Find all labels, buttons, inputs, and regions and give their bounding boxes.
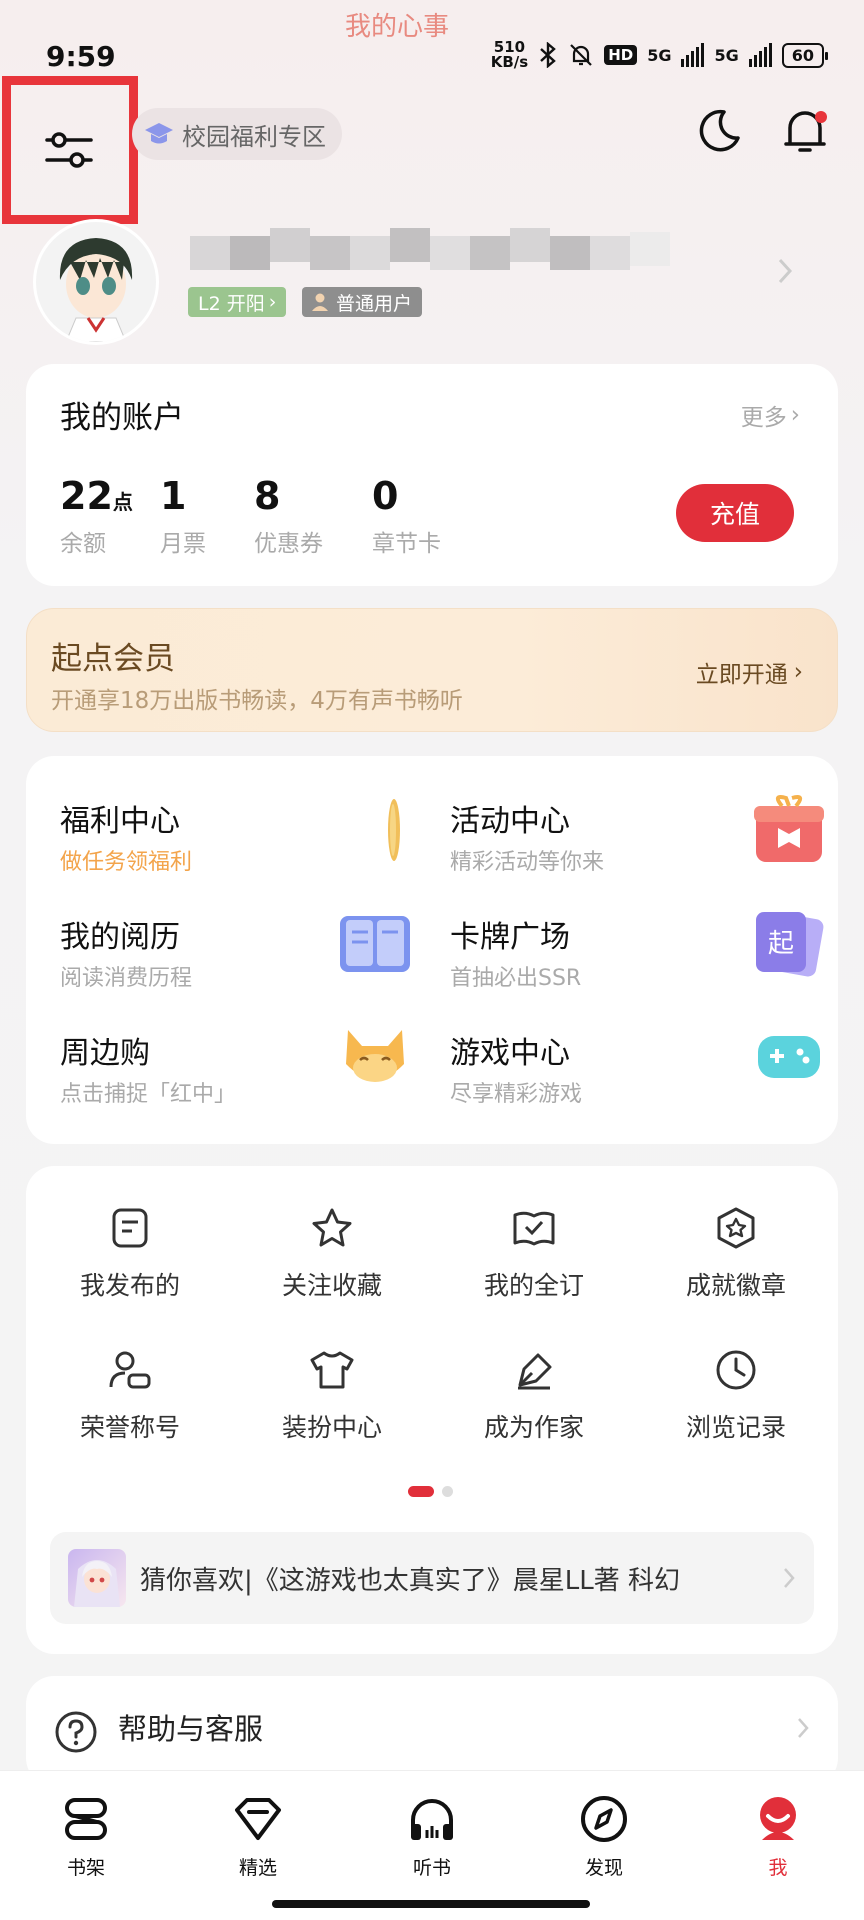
user-type-badge: 普通用户 [302, 287, 423, 317]
func-card-plaza[interactable]: 卡牌广场 首抽必出SSR 起 [450, 912, 830, 1022]
status-bar: 我的心事 9:59 510 KB/s HD 5G 5G 60 [0, 0, 864, 76]
tab-me[interactable]: 我 [692, 1791, 864, 1880]
grid-follows-favorites[interactable]: 关注收藏 [232, 1204, 432, 1302]
func-welfare-center[interactable]: 福利中心 做任务领福利 [60, 796, 440, 906]
account-card: 我的账户 更多 › 22点 余额 1 月票 8 优惠券 0 章节卡 充值 [26, 364, 838, 586]
recommendation-bar[interactable]: 猜你喜欢|《这游戏也太真实了》晨星LL著 科幻 [50, 1532, 814, 1624]
notifications-button[interactable] [780, 106, 830, 160]
bookshelf-icon [65, 1798, 107, 1840]
vip-open-button[interactable]: 立即开通 › [696, 655, 803, 689]
star-icon [312, 1208, 352, 1247]
battery-indicator: 60 [781, 42, 829, 68]
page-dot-active [408, 1486, 434, 1497]
account-more-link[interactable]: 更多 › [741, 398, 800, 432]
tab-audiobooks[interactable]: 听书 [346, 1791, 518, 1880]
svg-text:起: 起 [768, 929, 794, 959]
highlight-box [2, 76, 138, 224]
pen-icon [518, 1353, 552, 1390]
question-circle-icon [55, 1711, 97, 1753]
recommendation-text: 猜你喜欢|《这游戏也太真实了》晨星LL著 科幻 [140, 1565, 680, 1596]
sim2-label: 5G [714, 45, 739, 65]
bell-icon [784, 111, 827, 152]
grid-dress-up-center[interactable]: 装扮中心 [232, 1346, 432, 1444]
chevron-right-icon: › [268, 291, 277, 313]
clock-icon [716, 1350, 756, 1390]
me-icon [760, 1797, 796, 1840]
chevron-right-icon: › [793, 659, 803, 685]
bottom-tab-bar: 书架 精选 听书 发现 我 [0, 1770, 864, 1920]
page-indicator [408, 1486, 453, 1497]
stat-chapter-cards[interactable]: 0 章节卡 [372, 474, 441, 558]
status-time: 9:59 [46, 40, 116, 73]
grid-my-posts[interactable]: 我发布的 [30, 1204, 230, 1302]
campus-zone-label: 校园福利专区 [182, 122, 326, 151]
page-dot [442, 1486, 453, 1497]
level-badge[interactable]: L2 开阳 › [188, 287, 287, 317]
night-mode-button[interactable] [694, 106, 744, 160]
user-icon [312, 293, 328, 311]
func-merch-shop[interactable]: 周边购 点击捕捉「红中」 [60, 1028, 440, 1138]
func-game-center[interactable]: 游戏中心 尽享精彩游戏 [450, 1028, 830, 1138]
moon-icon [699, 109, 740, 152]
profile-arrow-button[interactable] [776, 256, 794, 290]
gift-box-icon [754, 795, 824, 862]
hd-badge: HD [604, 45, 638, 65]
shirt-icon [310, 1351, 354, 1389]
subscribe-book-icon [513, 1211, 555, 1246]
func-reading-history[interactable]: 我的阅历 阅读消费历程 [60, 912, 440, 1022]
bluetooth-icon [540, 42, 557, 68]
stat-coupons[interactable]: 8 优惠券 [254, 474, 323, 558]
tab-bookshelf[interactable]: 书架 [0, 1791, 172, 1880]
open-book-icon [340, 916, 410, 972]
vip-card[interactable]: 起点会员 开通享18万出版书畅读，4万有声书畅听 立即开通 › [26, 608, 838, 732]
home-indicator[interactable] [272, 1900, 590, 1908]
username-blurred [190, 228, 690, 270]
tools-grid-card: 我发布的 关注收藏 我的全订 成就徽章 荣誉称号 装扮中心 成为作家 浏览记录 … [26, 1166, 838, 1654]
vip-subtitle: 开通享18万出版书畅读，4万有声书畅听 [51, 688, 463, 714]
book-cover-thumbnail [68, 1549, 126, 1607]
recharge-button[interactable]: 充值 [676, 484, 794, 542]
sim1-label: 5G [647, 45, 672, 65]
status-icons: 510 KB/s HD 5G 5G 60 [490, 38, 829, 71]
badge-icon [717, 1207, 755, 1249]
signal-2-icon [748, 43, 772, 67]
compass-icon [581, 1796, 627, 1842]
chevron-right-icon: › [790, 402, 800, 428]
headphones-icon [411, 1799, 453, 1840]
avatar[interactable] [36, 222, 156, 342]
net-speed: 510 KB/s [490, 38, 529, 71]
stat-monthly-ticket[interactable]: 1 月票 [160, 474, 206, 558]
top-tag: 我的心事 [345, 12, 450, 42]
account-title: 我的账户 [60, 400, 184, 436]
honor-user-icon [109, 1351, 151, 1389]
tab-discover[interactable]: 发现 [518, 1791, 690, 1880]
coin-icon [388, 799, 400, 861]
fox-icon [346, 1030, 404, 1082]
grid-browsing-history[interactable]: 浏览记录 [636, 1346, 836, 1444]
chevron-right-icon [798, 1718, 809, 1738]
campus-zone-button[interactable]: 校园福利专区 [132, 108, 342, 160]
signal-1-icon [681, 43, 705, 67]
graduation-cap-icon [145, 123, 173, 144]
stat-balance[interactable]: 22点 余额 [60, 474, 133, 558]
grid-become-writer[interactable]: 成为作家 [434, 1346, 634, 1444]
post-icon [112, 1208, 148, 1248]
avatar-image [36, 222, 156, 342]
diamond-icon [235, 1798, 281, 1840]
func-activity-center[interactable]: 活动中心 精彩活动等你来 [450, 795, 830, 906]
chevron-right-icon [784, 1568, 795, 1588]
chevron-right-icon [778, 258, 793, 284]
help-label: 帮助与客服 [118, 1712, 264, 1746]
grid-achievement-badges[interactable]: 成就徽章 [636, 1204, 836, 1302]
function-card: 福利中心 做任务领福利 活动中心 精彩活动等你来 我的阅历 阅读消费历程 卡牌广… [26, 756, 838, 1144]
vip-title: 起点会员 [51, 641, 175, 677]
gamepad-icon [758, 1036, 820, 1078]
grid-full-subscriptions[interactable]: 我的全订 [434, 1204, 634, 1302]
bell-mute-icon [570, 44, 592, 66]
cards-icon: 起 [756, 912, 824, 977]
tab-featured[interactable]: 精选 [172, 1791, 344, 1880]
grid-honor-titles[interactable]: 荣誉称号 [30, 1346, 230, 1444]
